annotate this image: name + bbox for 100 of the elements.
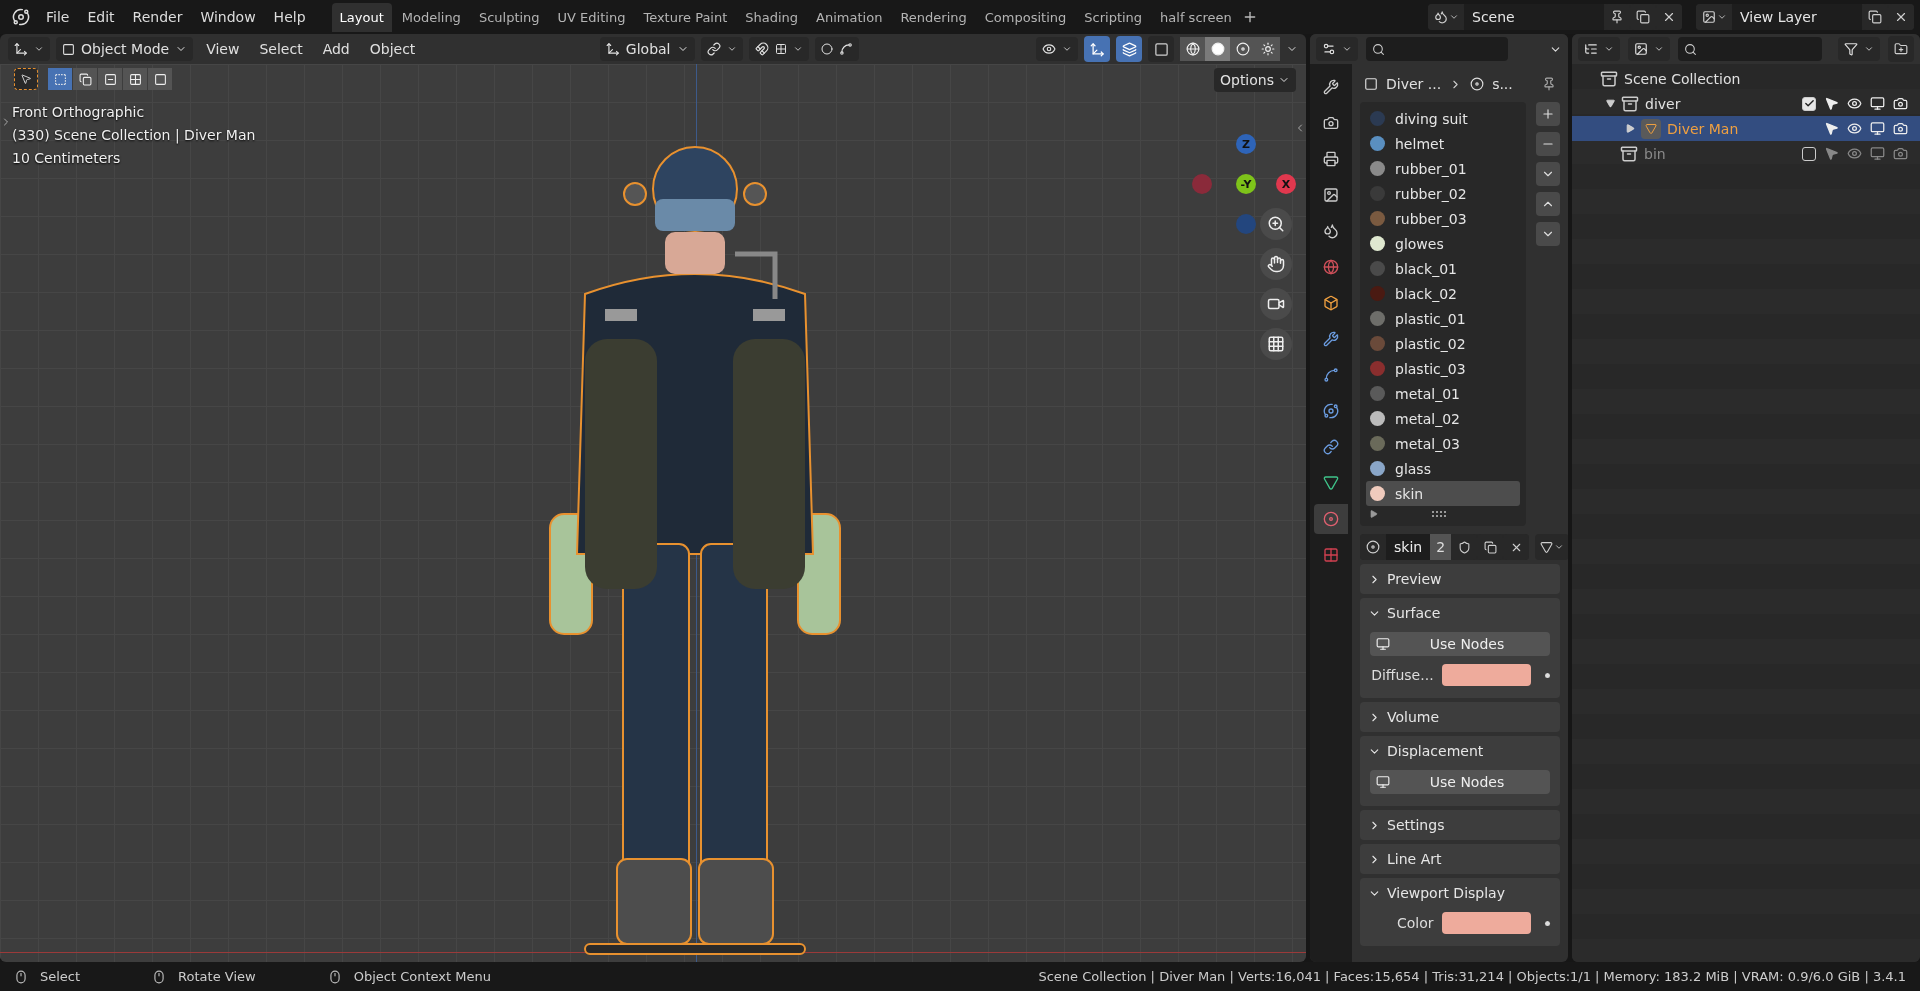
wireframe-shading-button[interactable] xyxy=(1180,37,1205,61)
proportional-dropdown[interactable] xyxy=(814,37,859,61)
visibility-dropdown[interactable] xyxy=(1036,37,1078,61)
overlay-toggle[interactable] xyxy=(1116,36,1142,62)
material-slot[interactable]: rubber_03 xyxy=(1366,206,1520,231)
color-swatch[interactable] xyxy=(1441,912,1532,934)
solid-shading-button[interactable] xyxy=(1205,37,1230,61)
panel-header[interactable]: Displacement xyxy=(1360,736,1560,766)
intersect-mode-button[interactable] xyxy=(148,68,172,90)
header-menu[interactable]: View xyxy=(199,38,247,60)
material-slot[interactable]: plastic_01 xyxy=(1366,306,1520,331)
material-slot[interactable]: black_02 xyxy=(1366,281,1520,306)
material-tab[interactable] xyxy=(1314,504,1348,534)
editor-type-button[interactable] xyxy=(1316,37,1358,61)
display-mode-button[interactable] xyxy=(1628,37,1670,61)
material-slot[interactable]: skin xyxy=(1366,481,1520,506)
orientation-dropdown[interactable]: Global xyxy=(599,37,695,61)
material-slot[interactable]: rubber_01 xyxy=(1366,156,1520,181)
menu-item[interactable]: File xyxy=(38,5,78,29)
workspace-tab[interactable]: Modeling xyxy=(393,2,469,32)
filter-button[interactable] xyxy=(1838,37,1880,61)
scene-field[interactable]: Scene xyxy=(1464,4,1604,30)
material-slot[interactable]: black_01 xyxy=(1366,256,1520,281)
panel-header[interactable]: Surface xyxy=(1360,598,1560,628)
keyframe-dot-icon[interactable] xyxy=(1545,672,1550,678)
remove-slot-button[interactable] xyxy=(1536,132,1560,156)
select-tool-button[interactable] xyxy=(14,68,38,90)
pin-icon[interactable] xyxy=(1542,77,1556,91)
perspective-grid-button[interactable] xyxy=(1260,328,1292,360)
new-collection-button[interactable] xyxy=(1888,36,1914,62)
material-shading-button[interactable] xyxy=(1230,37,1255,61)
material-slot[interactable]: metal_03 xyxy=(1366,431,1520,456)
panel-header[interactable]: Preview xyxy=(1360,564,1560,594)
menu-item[interactable]: Render xyxy=(124,5,191,29)
material-name-field[interactable]: skin xyxy=(1386,534,1431,560)
set-mode-button[interactable] xyxy=(48,68,72,90)
viewport-monitor-icon[interactable] xyxy=(1870,96,1885,111)
editor-type-button[interactable] xyxy=(8,37,50,61)
outliner-item-name[interactable]: diver xyxy=(1645,95,1681,112)
workspace-tab[interactable]: Scripting xyxy=(1076,2,1151,32)
zoom-button[interactable] xyxy=(1260,208,1292,240)
viewport-monitor-icon[interactable] xyxy=(1870,121,1885,136)
search-field[interactable] xyxy=(1366,37,1508,61)
snap-dropdown[interactable] xyxy=(748,37,809,61)
panel-header[interactable]: Settings xyxy=(1360,810,1560,840)
camera-view-button[interactable] xyxy=(1260,288,1292,320)
panel-header[interactable]: Line Art xyxy=(1360,844,1560,874)
workspace-tab[interactable]: half screen xyxy=(1152,2,1240,32)
slot-menu-button[interactable] xyxy=(1536,162,1560,186)
material-slot[interactable]: diving suit xyxy=(1366,106,1520,131)
add-slot-button[interactable] xyxy=(1536,102,1560,126)
menu-item[interactable]: Window xyxy=(192,5,264,29)
view-layer-field[interactable]: View Layer xyxy=(1732,4,1862,30)
user-count-button[interactable]: 2 xyxy=(1430,534,1452,560)
header-menu[interactable]: Select xyxy=(252,38,310,60)
material-slot[interactable]: metal_01 xyxy=(1366,381,1520,406)
panel-header[interactable]: Viewport Display xyxy=(1360,878,1560,908)
x-axis-gizmo[interactable]: X xyxy=(1276,174,1296,194)
visibility-eye-icon[interactable] xyxy=(1847,121,1862,136)
link-mode-button[interactable] xyxy=(1535,534,1568,560)
rendered-shading-button[interactable] xyxy=(1255,37,1280,61)
subtract-mode-button[interactable] xyxy=(98,68,122,90)
outliner-item-name[interactable]: bin xyxy=(1644,145,1666,162)
extend-mode-button[interactable] xyxy=(73,68,97,90)
material-slot[interactable]: metal_02 xyxy=(1366,406,1520,431)
y-axis-gizmo[interactable]: -Y xyxy=(1236,174,1256,194)
use-nodes-button[interactable]: Use Nodes xyxy=(1370,632,1550,656)
use-nodes-button[interactable]: Use Nodes xyxy=(1370,770,1550,794)
expand-triangle-icon[interactable] xyxy=(1606,99,1615,108)
menu-item[interactable]: Help xyxy=(265,5,314,29)
material-slot[interactable]: helmet xyxy=(1366,131,1520,156)
search-field[interactable] xyxy=(1678,37,1822,61)
menu-item[interactable]: Edit xyxy=(79,5,123,29)
keyframe-dot-icon[interactable] xyxy=(1545,920,1550,926)
expand-list-icon[interactable] xyxy=(1370,510,1378,518)
material-slot[interactable]: plastic_02 xyxy=(1366,331,1520,356)
outliner-item-name[interactable]: Diver Man xyxy=(1667,120,1739,137)
outliner-item-name[interactable]: Scene Collection xyxy=(1624,70,1741,87)
workspace-tab[interactable]: Layout xyxy=(331,2,392,32)
expand-triangle-icon[interactable] xyxy=(1626,124,1635,133)
header-menu[interactable]: Object xyxy=(362,38,423,60)
pivot-dropdown[interactable] xyxy=(700,37,743,61)
resize-grip-icon[interactable] xyxy=(1432,511,1446,517)
exclude-checkbox[interactable] xyxy=(1802,146,1816,161)
move-up-button[interactable] xyxy=(1536,192,1560,216)
workspace-tab[interactable]: Compositing xyxy=(976,2,1075,32)
gizmo-toggle[interactable] xyxy=(1084,36,1110,62)
invert-mode-button[interactable] xyxy=(123,68,147,90)
material-slot[interactable]: plastic_03 xyxy=(1366,356,1520,381)
xray-toggle[interactable] xyxy=(1148,36,1174,62)
outliner-row[interactable]: Diver Man xyxy=(1572,116,1920,141)
material-slot[interactable]: rubber_02 xyxy=(1366,181,1520,206)
exclude-checkbox[interactable] xyxy=(1802,96,1816,111)
mode-dropdown[interactable]: Object Mode xyxy=(56,37,194,61)
workspace-tab[interactable]: Sculpting xyxy=(470,2,548,32)
pan-button[interactable] xyxy=(1260,248,1292,280)
workspace-tab[interactable]: Shading xyxy=(737,2,807,32)
workspace-tab[interactable]: Texture Paint xyxy=(635,2,736,32)
workspace-tab[interactable]: UV Editing xyxy=(549,2,634,32)
material-slot[interactable]: glowes xyxy=(1366,231,1520,256)
